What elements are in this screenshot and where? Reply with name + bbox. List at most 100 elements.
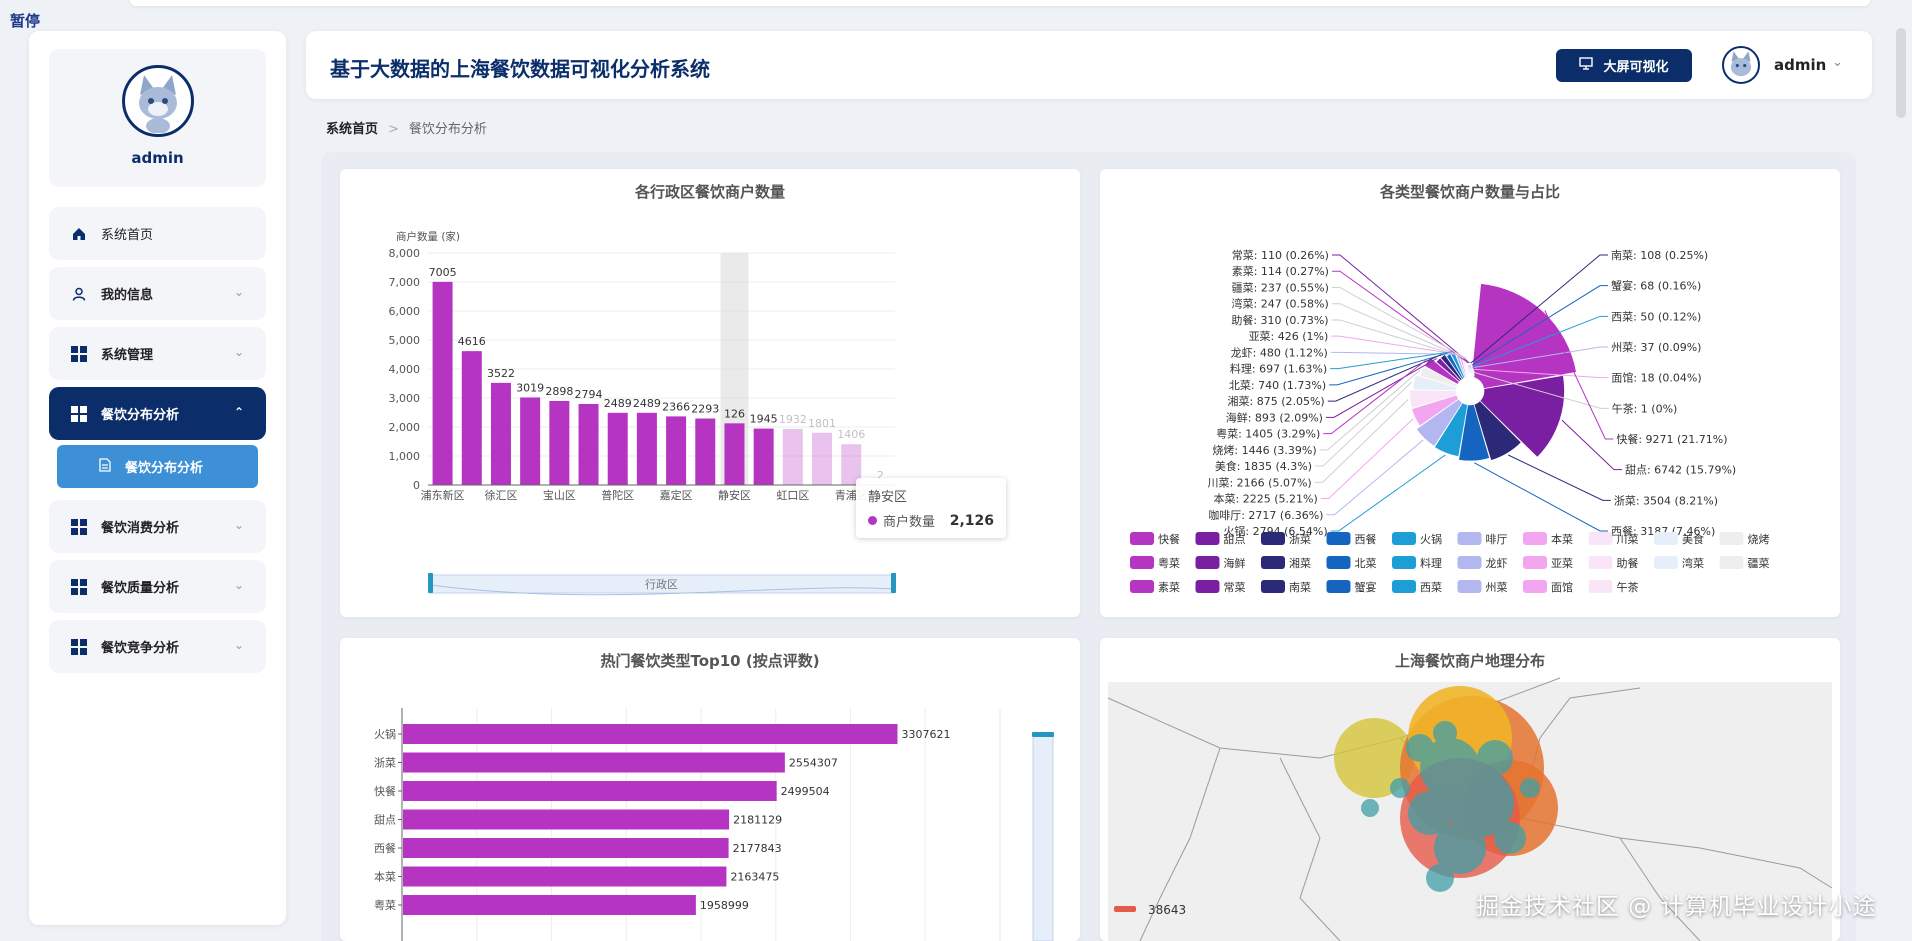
legend-swatch <box>1130 580 1154 593</box>
bar-value-label: 2554307 <box>789 757 838 770</box>
district-bar-chart[interactable]: 商户数量 (家) 0 1,000 2,000 3,000 4,000 5,000 6,000 7… <box>340 169 1080 617</box>
bar <box>753 428 774 485</box>
sidebar-item-my-info[interactable]: 我的信息 ⌄ <box>49 267 266 320</box>
pie-leader-line <box>1314 399 1409 483</box>
legend-swatch <box>1588 532 1613 545</box>
legend-label: 亚菜 <box>1551 557 1573 570</box>
chevron-down-icon: ⌄ <box>233 518 244 532</box>
bar-value-label: 2293 <box>691 403 719 416</box>
legend-label: 烧烤 <box>1748 532 1770 546</box>
bar-value-label: 2489 <box>604 397 632 410</box>
legend-label: 州菜 <box>1486 581 1508 594</box>
pie-slice-label: 烧烤: 1446 (3.39%) <box>1212 443 1316 457</box>
legend-swatch <box>1588 580 1613 593</box>
legend-label: 啡厅 <box>1486 533 1508 546</box>
y-tick-label: 4,000 <box>389 363 421 376</box>
chevron-down-icon[interactable]: ⌄ <box>1832 55 1843 70</box>
chevron-down-icon: ⌄ <box>233 638 244 652</box>
sidebar-item-label: 餐饮质量分析 <box>101 581 180 596</box>
bar <box>403 838 729 858</box>
pie-slice-label: 龙虾: 480 (1.12%) <box>1231 346 1328 359</box>
geo-map-title: 上海餐饮商户地理分布 <box>1394 652 1545 670</box>
legend-label: 助餐 <box>1617 556 1639 570</box>
avatar[interactable] <box>121 65 194 137</box>
datazoom-handle <box>1032 732 1054 737</box>
pause-label[interactable]: 暂停 <box>10 10 40 31</box>
breadcrumb-home[interactable]: 系统首页 <box>326 122 378 137</box>
pie-slice-label: 本菜: 2225 (5.21%) <box>1214 492 1318 506</box>
legend-label: 浙菜 <box>1289 533 1311 546</box>
submenu-item-label: 餐饮分布分析 <box>125 461 204 476</box>
y-tick-label: 8,000 <box>389 247 421 260</box>
header-username[interactable]: admin <box>1774 56 1826 74</box>
district-chart-panel: 各行政区餐饮商户数量 商户数量 (家) 0 1,000 2,000 3,000 4,000… <box>340 169 1080 617</box>
breadcrumb-current: 餐饮分布分析 <box>408 122 487 137</box>
pie-leader-line <box>1331 303 1466 359</box>
watermark: 掘金技术社区 @ 计算机毕业设计小途 <box>1476 894 1877 920</box>
chevron-up-icon: ⌃ <box>233 405 244 419</box>
grid-icon <box>71 518 87 535</box>
legend-label: 川菜 <box>1617 533 1639 546</box>
legend-swatch <box>1195 580 1220 593</box>
browser-top-strip <box>130 0 1870 6</box>
y-tick-label: 5,000 <box>389 334 421 347</box>
bar <box>782 428 803 485</box>
sidebar-item-consumption[interactable]: 餐饮消费分析 ⌄ <box>49 500 266 553</box>
legend-swatch <box>1719 556 1744 569</box>
legend-swatch <box>1654 556 1678 569</box>
top10-chart-title: 热门餐饮类型Top10 (按点评数) <box>600 652 820 670</box>
pie-slice-label: 快餐: 9271 (21.71%) <box>1616 432 1727 446</box>
y-tick-label: 3,000 <box>389 392 421 405</box>
submenu-item-distribution[interactable]: 餐饮分布分析 <box>57 445 258 488</box>
legend-label: 西餐 <box>1355 532 1377 546</box>
scrollbar[interactable] <box>1896 28 1906 118</box>
grid-icon <box>71 345 87 362</box>
sidebar-item-quality[interactable]: 餐饮质量分析 ⌄ <box>49 560 266 613</box>
bar <box>490 382 511 485</box>
datazoom-label: 行政区 <box>645 577 678 591</box>
sidebar-item-competition[interactable]: 餐饮竞争分析 ⌄ <box>49 620 266 673</box>
category-rose-chart[interactable]: 南菜: 108 (0.25%) 蟹宴: 68 (0.16%) 西菜: 50 (0.1… <box>1100 169 1840 617</box>
legend-label: 蟹宴 <box>1355 580 1377 594</box>
legend-label: 快餐 <box>1158 532 1180 546</box>
bar <box>520 397 541 485</box>
legend-label: 常菜 <box>1224 581 1246 594</box>
top10-bar-chart[interactable]: 火锅 3307621 浙菜 2554307 快餐 2499504 甜点 2181129 西餐 21… <box>340 638 1080 941</box>
bigscreen-button[interactable]: 大屏可视化 <box>1556 49 1692 82</box>
pie-slice-label: 浙菜: 3504 (8.21%) <box>1614 494 1718 507</box>
legend-swatch <box>1457 532 1482 545</box>
bar <box>403 781 777 801</box>
category-chart-title: 各类型餐饮商户数量与占比 <box>1379 183 1560 201</box>
bar <box>578 403 599 485</box>
bar-value-label: 4616 <box>458 335 486 348</box>
bar-value-label: 2163475 <box>730 871 779 884</box>
sidebar-item-system-admin[interactable]: 系统管理 ⌄ <box>49 327 266 380</box>
document-icon <box>99 457 111 476</box>
pie-slice-label: 料理: 697 (1.63%) <box>1230 362 1327 376</box>
sidebar-item-home[interactable]: 系统首页 <box>49 207 266 260</box>
category-chart-panel: 各类型餐饮商户数量与占比 南菜: 108 (0.25%) 蟹宴: 68 (0.16… <box>1100 169 1840 617</box>
legend-label: 疆菜 <box>1748 557 1770 570</box>
bar <box>403 895 696 915</box>
bar-value-label: 2489 <box>633 397 661 410</box>
pie-slice-label: 川菜: 2166 (5.07%) <box>1207 476 1311 489</box>
tooltip-series: 商户数量 <box>883 515 936 530</box>
legend-swatch <box>1523 532 1547 545</box>
legend-swatch <box>1523 556 1547 569</box>
legend-label: 火锅 <box>1420 533 1442 546</box>
sidebar-item-distribution[interactable]: 餐饮分布分析 ⌃ <box>49 387 266 440</box>
header-avatar[interactable] <box>1722 46 1760 84</box>
map-legend-handle[interactable] <box>1114 906 1136 912</box>
legend-label: 美食 <box>1682 532 1704 546</box>
sidebar-item-label: 餐饮消费分析 <box>101 521 180 536</box>
y-tick-label: 6,000 <box>389 305 421 318</box>
chevron-down-icon: ⌄ <box>233 578 244 592</box>
pie-slice-label: 素菜: 114 (0.27%) <box>1232 265 1329 278</box>
cat-avatar-icon <box>138 75 177 133</box>
bar <box>666 416 687 485</box>
sidebar-menu: 系统首页 我的信息 ⌄ 系统管理 ⌄ 餐饮分布分析 ⌃ 餐饮分布分析 餐饮消费分… <box>49 207 266 680</box>
pie-leader-line <box>1561 419 1622 471</box>
grid-icon <box>71 638 87 655</box>
bar <box>724 423 745 485</box>
legend-label: 午茶 <box>1617 581 1639 594</box>
